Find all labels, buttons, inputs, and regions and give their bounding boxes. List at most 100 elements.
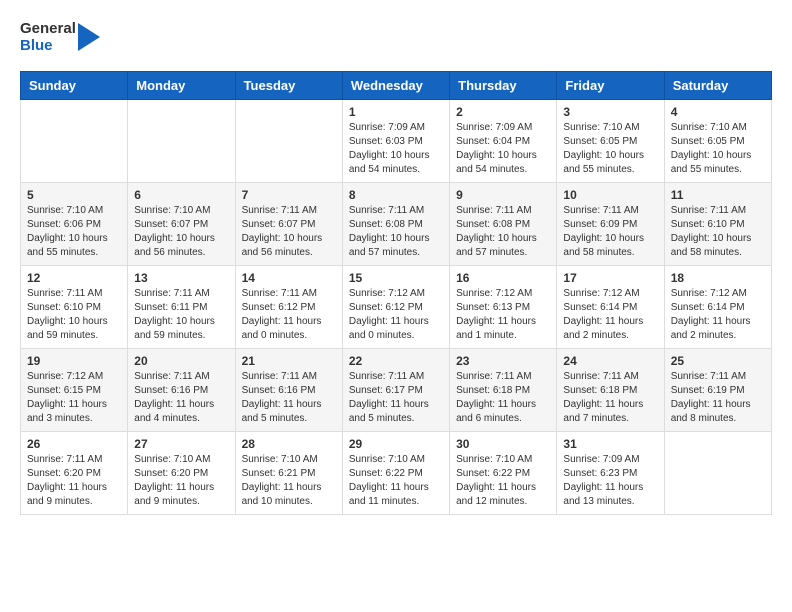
- day-info: Sunrise: 7:10 AM Sunset: 6:07 PM Dayligh…: [134, 204, 228, 260]
- calendar-cell: 11 Sunrise: 7:11 AM Sunset: 6:10 PM Dayli…: [664, 182, 771, 265]
- day-number: 10: [563, 188, 657, 202]
- calendar-cell: 20 Sunrise: 7:11 AM Sunset: 6:16 PM Dayli…: [128, 348, 235, 431]
- day-number: 4: [671, 105, 765, 119]
- calendar-cell: 15 Sunrise: 7:12 AM Sunset: 6:12 PM Dayli…: [342, 265, 449, 348]
- logo: General Blue: [20, 20, 100, 55]
- weekday-header-row: SundayMondayTuesdayWednesdayThursdayFrid…: [21, 71, 772, 99]
- day-number: 29: [349, 437, 443, 451]
- day-number: 31: [563, 437, 657, 451]
- calendar-cell: 25Sunrise: 7:11 AM Sunset: 6:19 PM Dayli…: [664, 348, 771, 431]
- day-number: 24: [563, 354, 657, 368]
- calendar-cell: 17Sunrise: 7:12 AM Sunset: 6:14 PM Dayli…: [557, 265, 664, 348]
- day-info: Sunrise: 7:12 AM Sunset: 6:12 PM Dayligh…: [349, 287, 443, 343]
- day-number: 26: [27, 437, 121, 451]
- day-number: 21: [242, 354, 336, 368]
- page-header: General Blue: [20, 20, 772, 55]
- calendar-cell: 23 Sunrise: 7:11 AM Sunset: 6:18 PM Dayli…: [450, 348, 557, 431]
- calendar-cell: 16 Sunrise: 7:12 AM Sunset: 6:13 PM Dayli…: [450, 265, 557, 348]
- calendar-week-row: 12Sunrise: 7:11 AM Sunset: 6:10 PM Dayli…: [21, 265, 772, 348]
- day-info: Sunrise: 7:10 AM Sunset: 6:05 PM Dayligh…: [671, 121, 765, 177]
- calendar-table: SundayMondayTuesdayWednesdayThursdayFrid…: [20, 71, 772, 515]
- day-info: Sunrise: 7:11 AM Sunset: 6:08 PM Dayligh…: [456, 204, 550, 260]
- calendar-cell: [664, 431, 771, 514]
- day-number: 25: [671, 354, 765, 368]
- day-info: Sunrise: 7:10 AM Sunset: 6:21 PM Dayligh…: [242, 453, 336, 509]
- calendar-cell: 6 Sunrise: 7:10 AM Sunset: 6:07 PM Daylig…: [128, 182, 235, 265]
- day-info: Sunrise: 7:11 AM Sunset: 6:11 PM Dayligh…: [134, 287, 228, 343]
- day-number: 16: [456, 271, 550, 285]
- day-number: 28: [242, 437, 336, 451]
- calendar-cell: 13 Sunrise: 7:11 AM Sunset: 6:11 PM Dayli…: [128, 265, 235, 348]
- day-number: 6: [134, 188, 228, 202]
- weekday-header-sunday: Sunday: [21, 71, 128, 99]
- weekday-header-monday: Monday: [128, 71, 235, 99]
- calendar-cell: 5 Sunrise: 7:10 AM Sunset: 6:06 PM Daylig…: [21, 182, 128, 265]
- calendar-cell: 8 Sunrise: 7:11 AM Sunset: 6:08 PM Daylig…: [342, 182, 449, 265]
- day-info: Sunrise: 7:11 AM Sunset: 6:16 PM Dayligh…: [134, 370, 228, 426]
- calendar-week-row: 1 Sunrise: 7:09 AM Sunset: 6:03 PM Daylig…: [21, 99, 772, 182]
- day-number: 27: [134, 437, 228, 451]
- day-info: Sunrise: 7:11 AM Sunset: 6:18 PM Dayligh…: [563, 370, 657, 426]
- calendar-cell: 2Sunrise: 7:09 AM Sunset: 6:04 PM Daylig…: [450, 99, 557, 182]
- calendar-cell: [21, 99, 128, 182]
- day-info: Sunrise: 7:12 AM Sunset: 6:13 PM Dayligh…: [456, 287, 550, 343]
- calendar-cell: 21 Sunrise: 7:11 AM Sunset: 6:16 PM Dayli…: [235, 348, 342, 431]
- calendar-cell: 18Sunrise: 7:12 AM Sunset: 6:14 PM Dayli…: [664, 265, 771, 348]
- day-number: 23: [456, 354, 550, 368]
- day-number: 19: [27, 354, 121, 368]
- day-info: Sunrise: 7:10 AM Sunset: 6:05 PM Dayligh…: [563, 121, 657, 177]
- day-info: Sunrise: 7:11 AM Sunset: 6:08 PM Dayligh…: [349, 204, 443, 260]
- day-info: Sunrise: 7:10 AM Sunset: 6:22 PM Dayligh…: [456, 453, 550, 509]
- day-info: Sunrise: 7:09 AM Sunset: 6:03 PM Dayligh…: [349, 121, 443, 177]
- day-number: 1: [349, 105, 443, 119]
- logo-arrow-icon: [78, 23, 100, 51]
- day-number: 17: [563, 271, 657, 285]
- weekday-header-thursday: Thursday: [450, 71, 557, 99]
- weekday-header-wednesday: Wednesday: [342, 71, 449, 99]
- day-number: 22: [349, 354, 443, 368]
- day-info: Sunrise: 7:11 AM Sunset: 6:12 PM Dayligh…: [242, 287, 336, 343]
- calendar-cell: 1 Sunrise: 7:09 AM Sunset: 6:03 PM Daylig…: [342, 99, 449, 182]
- calendar-cell: 19 Sunrise: 7:12 AM Sunset: 6:15 PM Dayli…: [21, 348, 128, 431]
- logo-text-blue: Blue: [20, 37, 76, 54]
- calendar-cell: 29 Sunrise: 7:10 AM Sunset: 6:22 PM Dayli…: [342, 431, 449, 514]
- day-number: 15: [349, 271, 443, 285]
- day-info: Sunrise: 7:10 AM Sunset: 6:22 PM Dayligh…: [349, 453, 443, 509]
- day-info: Sunrise: 7:12 AM Sunset: 6:15 PM Dayligh…: [27, 370, 121, 426]
- day-info: Sunrise: 7:11 AM Sunset: 6:16 PM Dayligh…: [242, 370, 336, 426]
- calendar-cell: 31 Sunrise: 7:09 AM Sunset: 6:23 PM Dayli…: [557, 431, 664, 514]
- calendar-cell: 4 Sunrise: 7:10 AM Sunset: 6:05 PM Daylig…: [664, 99, 771, 182]
- calendar-cell: 10Sunrise: 7:11 AM Sunset: 6:09 PM Dayli…: [557, 182, 664, 265]
- day-info: Sunrise: 7:09 AM Sunset: 6:23 PM Dayligh…: [563, 453, 657, 509]
- calendar-cell: 14 Sunrise: 7:11 AM Sunset: 6:12 PM Dayli…: [235, 265, 342, 348]
- day-number: 8: [349, 188, 443, 202]
- logo-text-general: General: [20, 20, 76, 37]
- day-number: 13: [134, 271, 228, 285]
- day-number: 11: [671, 188, 765, 202]
- calendar-week-row: 5 Sunrise: 7:10 AM Sunset: 6:06 PM Daylig…: [21, 182, 772, 265]
- day-info: Sunrise: 7:11 AM Sunset: 6:07 PM Dayligh…: [242, 204, 336, 260]
- day-number: 30: [456, 437, 550, 451]
- day-info: Sunrise: 7:10 AM Sunset: 6:20 PM Dayligh…: [134, 453, 228, 509]
- day-number: 9: [456, 188, 550, 202]
- day-number: 3: [563, 105, 657, 119]
- day-info: Sunrise: 7:10 AM Sunset: 6:06 PM Dayligh…: [27, 204, 121, 260]
- day-info: Sunrise: 7:11 AM Sunset: 6:18 PM Dayligh…: [456, 370, 550, 426]
- day-number: 5: [27, 188, 121, 202]
- weekday-header-friday: Friday: [557, 71, 664, 99]
- day-info: Sunrise: 7:11 AM Sunset: 6:10 PM Dayligh…: [671, 204, 765, 260]
- calendar-cell: 22 Sunrise: 7:11 AM Sunset: 6:17 PM Dayli…: [342, 348, 449, 431]
- day-number: 14: [242, 271, 336, 285]
- day-number: 20: [134, 354, 228, 368]
- weekday-header-saturday: Saturday: [664, 71, 771, 99]
- day-info: Sunrise: 7:11 AM Sunset: 6:17 PM Dayligh…: [349, 370, 443, 426]
- calendar-cell: 12Sunrise: 7:11 AM Sunset: 6:10 PM Dayli…: [21, 265, 128, 348]
- day-number: 7: [242, 188, 336, 202]
- calendar-cell: 9 Sunrise: 7:11 AM Sunset: 6:08 PM Daylig…: [450, 182, 557, 265]
- calendar-week-row: 26Sunrise: 7:11 AM Sunset: 6:20 PM Dayli…: [21, 431, 772, 514]
- calendar-cell: [235, 99, 342, 182]
- weekday-header-tuesday: Tuesday: [235, 71, 342, 99]
- calendar-cell: 7 Sunrise: 7:11 AM Sunset: 6:07 PM Daylig…: [235, 182, 342, 265]
- calendar-cell: 28 Sunrise: 7:10 AM Sunset: 6:21 PM Dayli…: [235, 431, 342, 514]
- calendar-cell: [128, 99, 235, 182]
